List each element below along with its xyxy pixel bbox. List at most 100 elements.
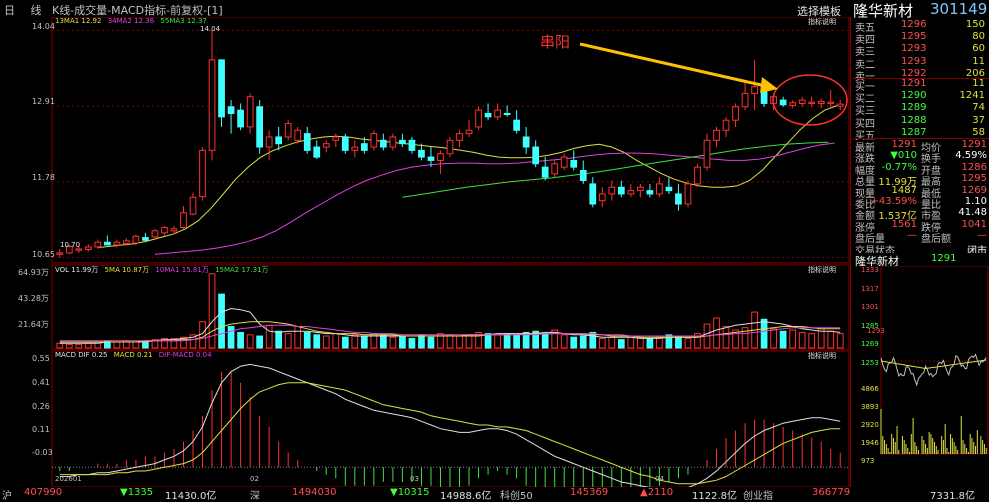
vol-y-label-3: 21.64万 [18, 320, 49, 329]
volume-bar [827, 330, 835, 349]
order-price: 1296 [901, 19, 927, 30]
mini-mid-price: 1293 [867, 327, 885, 335]
candle-body [237, 109, 244, 128]
macd-dea-legend: MACD 0.21 [113, 351, 153, 359]
sz-index: 1494030 [292, 487, 337, 498]
candle-body [208, 59, 216, 151]
macd-legend: MACD DIF 0.25 MACD 0.21 DIF-MACD 0.04 [55, 351, 212, 359]
volume-bar [341, 336, 349, 349]
cyb-index: 366779 [812, 487, 851, 498]
volume-bar [246, 334, 254, 349]
stat-value: -0.77% [881, 161, 917, 173]
candle-body [503, 113, 511, 116]
candle-body [598, 193, 606, 202]
y-axis: 14.04 12.91 11.78 10.65 64.93万 43.28万 21… [0, 17, 55, 487]
x-label-mar: 03 [410, 475, 419, 483]
stat-value: 1295 [961, 173, 987, 185]
candle-body [817, 100, 825, 104]
candle-body [56, 252, 64, 255]
macd-y-label-1: 0.55 [32, 354, 50, 363]
sell-level-1[interactable]: 卖五 1296 150 [853, 19, 989, 34]
volume-bar [113, 341, 121, 349]
candle-body [370, 133, 378, 148]
volume-explain-button[interactable]: 指标说明 [808, 265, 836, 275]
mini-price-label: 1301 [861, 303, 879, 311]
candle-body [103, 241, 111, 246]
candle-body [570, 159, 578, 168]
buy-level-2[interactable]: 买二 1290 1241 [853, 90, 989, 105]
candle-body [475, 109, 482, 128]
macd-panel-frame [51, 350, 850, 487]
sell-level-3[interactable]: 卖三 1293 60 [853, 43, 989, 58]
vol-y-label-2: 43.28万 [18, 294, 49, 303]
order-price: 1290 [901, 90, 927, 102]
candle-body [294, 129, 302, 141]
ma13-legend: 13MA1 12.92 [55, 17, 102, 25]
candle-body [142, 237, 149, 241]
mini-vol-label: 3893 [861, 403, 879, 411]
high-price-label: 14.04 [200, 25, 221, 33]
candle-body [541, 166, 549, 178]
candle-body [189, 196, 197, 215]
candle-body [132, 235, 140, 244]
stock-code: 301149 [930, 0, 988, 18]
volume-bar [722, 325, 730, 349]
volume-bar [456, 335, 463, 349]
volume-bar [817, 328, 825, 349]
vol-y-label-1: 64.93万 [18, 268, 49, 277]
stat-value: 4.59% [955, 150, 987, 162]
volume-bar [617, 339, 625, 349]
macd-explain-button[interactable]: 指标说明 [808, 351, 836, 361]
sell-level-2[interactable]: 卖四 1295 80 [853, 31, 989, 46]
volume-bar [265, 324, 273, 349]
buy-level-3[interactable]: 买三 1289 74 [853, 102, 989, 117]
bottom-status-bar: 沪 407990 ▼1335 11430.0亿 深 1494030 ▼10315… [0, 487, 989, 502]
candle-body [732, 106, 739, 121]
main-chart-area[interactable] [0, 17, 850, 487]
volume-bar [713, 317, 720, 349]
mini-chart[interactable] [851, 266, 989, 487]
candle-body [589, 183, 597, 205]
stat-value: — [907, 230, 917, 242]
candle-body [170, 228, 178, 232]
buy-level-1[interactable]: 买一 1291 11 [853, 78, 989, 93]
volume-bar [465, 334, 473, 349]
y-label-4: 10.65 [32, 250, 55, 259]
candle-body [751, 86, 758, 94]
volume-bar [808, 333, 816, 349]
volume-bar [836, 333, 844, 349]
x-label-jan: 202601 [55, 475, 82, 483]
mini-stock-price: 1291 [931, 253, 957, 264]
macd-histogram [52, 371, 849, 487]
volume-bar [294, 325, 302, 349]
vol-ma5-legend: 5MA 10.87万 [104, 266, 150, 274]
volume-bar [275, 330, 283, 349]
volume-bar [399, 335, 406, 349]
price-explain-button[interactable]: 指标说明 [808, 17, 836, 27]
volume-legend: VOL 11.99万 5MA 10.87万 10MA1 15.81万 15MA2… [55, 265, 269, 275]
sell-level-4[interactable]: 卖二 1293 11 [853, 56, 989, 71]
ma55-line [402, 141, 829, 198]
buy-level-4[interactable]: 买四 1288 37 [853, 114, 989, 130]
candle-body [789, 102, 797, 106]
kc50-change: ▲2110 [640, 487, 674, 498]
candle-body [560, 156, 568, 168]
volume-bar [789, 329, 797, 349]
candle-body [694, 166, 701, 185]
volume-bar [560, 334, 568, 349]
macd-y-label-5: -0.03 [32, 448, 53, 457]
candle-body [646, 190, 654, 195]
volume-bar [513, 334, 520, 349]
order-price: 1288 [901, 114, 927, 126]
candle-body [360, 143, 368, 151]
macd-dif-legend: MACD DIF 0.25 [55, 351, 108, 359]
volume-bar [779, 330, 787, 349]
candle-body [836, 103, 844, 107]
period-tab[interactable]: 日 线 [4, 2, 48, 18]
volume-bars [56, 273, 844, 349]
candlesticks [56, 30, 844, 258]
volume-bar [770, 328, 777, 349]
volume-bar [675, 335, 682, 349]
volume-bar [227, 325, 235, 349]
volume-bar [798, 331, 806, 349]
